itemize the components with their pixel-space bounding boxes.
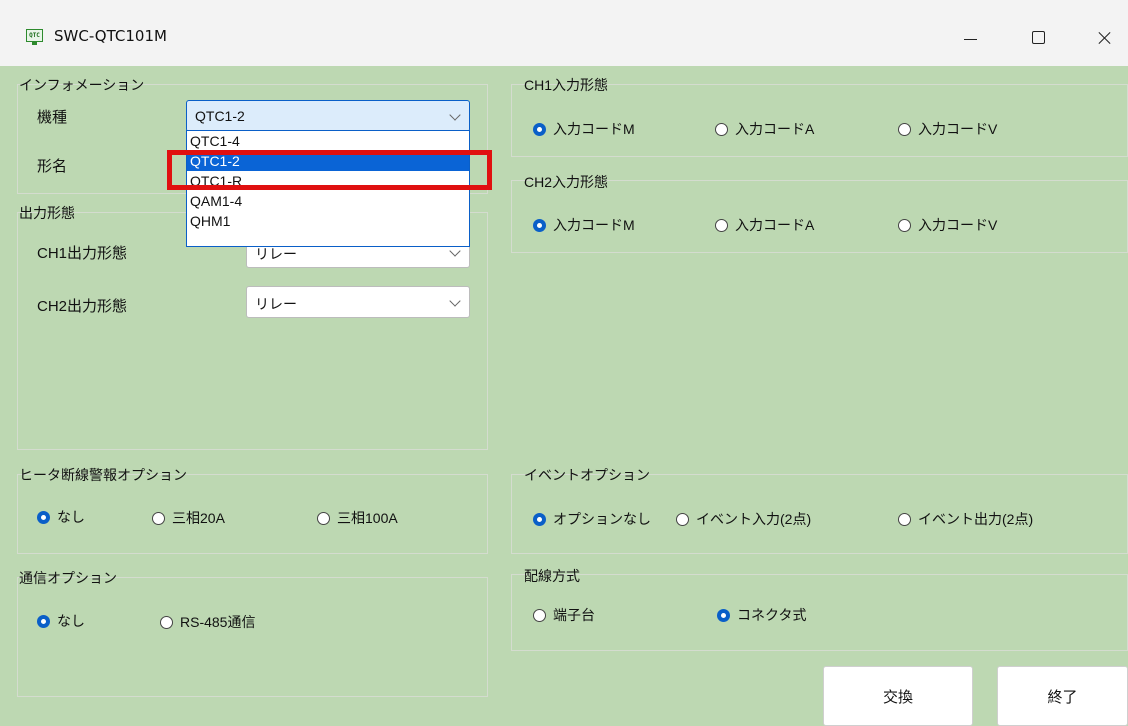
ch2-input-legend: CH2入力形態 [524, 174, 609, 190]
radio-label: イベント出力(2点) [918, 511, 1034, 527]
radio-icon [152, 511, 165, 525]
dropdown-option[interactable]: QHM1 [187, 211, 469, 231]
model-label: 機種 [37, 109, 68, 126]
event-legend: イベントオプション [524, 467, 650, 483]
radio-icon [898, 512, 911, 526]
radio-label: 入力コードV [918, 217, 998, 233]
ch2-output-select[interactable]: リレー [246, 286, 470, 318]
radio-selected-icon [533, 122, 546, 136]
event-radio-none[interactable]: オプションなし [533, 509, 651, 529]
dropdown-option[interactable]: QAM1-4 [187, 191, 469, 211]
heater-radio-100a[interactable]: 三相100A [317, 508, 398, 528]
radio-label: 入力コードA [735, 121, 815, 137]
heater-radio-20a[interactable]: 三相20A [152, 508, 225, 528]
ch1-radio-v[interactable]: 入力コードV [898, 119, 997, 139]
chevron-down-icon [449, 295, 461, 307]
radio-label: RS-485通信 [180, 614, 256, 630]
radio-icon [898, 122, 911, 136]
radio-label: オプションなし [553, 511, 651, 527]
exchange-button[interactable]: 交換 [823, 666, 973, 726]
ch2-output-label: CH2出力形態 [37, 298, 128, 315]
radio-icon [898, 218, 911, 232]
radio-label: 入力コードV [918, 121, 998, 137]
ch2-output-value: リレー [255, 296, 297, 312]
comm-radio-none[interactable]: なし [37, 611, 85, 631]
minimize-button[interactable] [946, 20, 996, 56]
comm-radio-rs485[interactable]: RS-485通信 [160, 612, 255, 632]
radio-label: 端子台 [553, 607, 595, 623]
radio-icon [533, 608, 546, 622]
radio-label: コネクタ式 [737, 607, 807, 623]
radio-label: 三相100A [337, 510, 398, 526]
radio-label: なし [57, 613, 85, 629]
ch1-radio-a[interactable]: 入力コードA [715, 119, 814, 139]
event-radio-input[interactable]: イベント入力(2点) [676, 509, 811, 529]
close-button[interactable] [1080, 20, 1128, 56]
model-select[interactable]: QTC1-2 [186, 100, 470, 132]
radio-label: 入力コードM [553, 217, 635, 233]
radio-selected-icon [37, 510, 50, 524]
title-bar: QTC SWC-QTC101M [0, 0, 1128, 66]
radio-icon [715, 218, 728, 232]
radio-icon [317, 511, 330, 525]
window-title: SWC-QTC101M [54, 27, 167, 45]
radio-selected-icon [717, 608, 730, 622]
radio-label: なし [57, 509, 85, 525]
radio-label: 三相20A [172, 510, 225, 526]
radio-label: 入力コードA [735, 217, 815, 233]
heater-legend: ヒータ断線警報オプション [19, 467, 187, 483]
radio-selected-icon [37, 614, 50, 628]
chevron-down-icon [449, 245, 461, 257]
ch2-radio-m[interactable]: 入力コードM [533, 215, 635, 235]
radio-selected-icon [533, 512, 546, 526]
radio-icon [160, 615, 173, 629]
wiring-radio-connector[interactable]: コネクタ式 [717, 605, 806, 625]
radio-icon [715, 122, 728, 136]
ch1-radio-m[interactable]: 入力コードM [533, 119, 635, 139]
ch1-output-value: リレー [255, 246, 297, 262]
ch2-radio-a[interactable]: 入力コードA [715, 215, 814, 235]
comm-group [17, 577, 488, 697]
radio-selected-icon [533, 218, 546, 232]
model-select-value: QTC1-2 [195, 108, 245, 124]
event-radio-output[interactable]: イベント出力(2点) [898, 509, 1033, 529]
exit-button[interactable]: 終了 [997, 666, 1128, 726]
maximize-button[interactable] [1013, 20, 1063, 56]
name-label: 形名 [37, 158, 68, 175]
ch2-radio-v[interactable]: 入力コードV [898, 215, 997, 235]
radio-icon [676, 512, 689, 526]
wiring-group [511, 574, 1128, 651]
radio-label: イベント入力(2点) [696, 511, 812, 527]
wiring-legend: 配線方式 [524, 568, 580, 584]
ch1-input-legend: CH1入力形態 [524, 77, 609, 93]
radio-label: 入力コードM [553, 121, 635, 137]
wiring-radio-terminal[interactable]: 端子台 [533, 605, 595, 625]
red-highlight-box [167, 150, 492, 190]
chevron-down-icon [449, 109, 461, 121]
info-legend: インフォメーション [19, 77, 145, 93]
heater-radio-none[interactable]: なし [37, 507, 85, 527]
dropdown-option[interactable]: QTC1-4 [187, 131, 469, 151]
heater-group [17, 474, 488, 554]
output-legend: 出力形態 [19, 205, 75, 221]
app-icon: QTC [26, 29, 43, 45]
comm-legend: 通信オプション [19, 570, 117, 586]
ch1-output-label: CH1出力形態 [37, 245, 128, 262]
